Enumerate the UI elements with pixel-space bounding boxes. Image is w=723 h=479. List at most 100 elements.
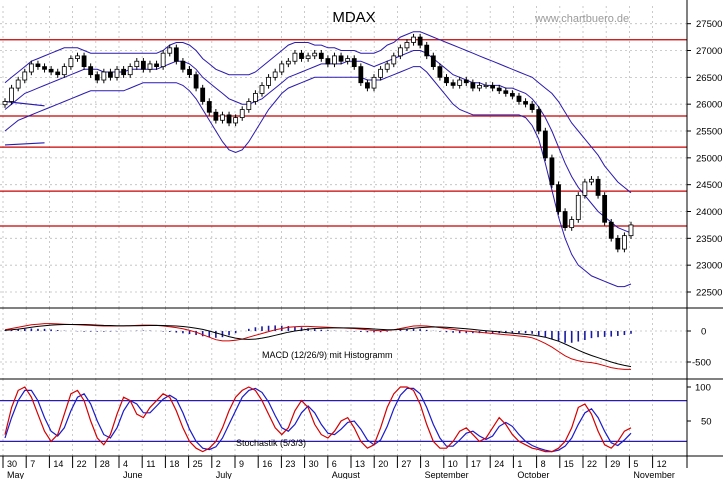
candle-body <box>457 79 463 86</box>
x-tick-label: 17 <box>471 459 481 469</box>
candle-body <box>384 63 390 70</box>
stoch-y-tick-label: 50 <box>701 417 712 428</box>
candle-body <box>22 71 28 81</box>
price-y-tick-label: 24000 <box>696 207 722 218</box>
x-tick-label: 6 <box>332 459 337 469</box>
candle-body <box>140 60 146 70</box>
candle-body <box>536 109 542 132</box>
candle-body <box>365 82 370 89</box>
candle-body <box>68 58 74 68</box>
x-tick-label: 2 <box>216 459 221 469</box>
candle-body <box>160 52 166 68</box>
x-tick-label: 5 <box>633 459 638 469</box>
candle-body <box>94 74 100 81</box>
candle-body <box>608 221 614 239</box>
candle-body <box>292 52 298 62</box>
macd-line <box>4 323 631 370</box>
candle-body <box>35 63 41 68</box>
candle-body <box>529 103 535 110</box>
price-y-tick-label: 27500 <box>696 19 722 30</box>
candle-body <box>108 71 113 78</box>
price-y-tick-label: 26500 <box>696 73 722 84</box>
x-tick-label: 14 <box>53 459 63 469</box>
candle-body <box>411 36 416 43</box>
x-month-label: September <box>425 470 469 479</box>
x-axis: 30 7 14 22 28 4 11 18 25 2 9 16 23 30 6 13 20 27 3 10 17 24 1 8… <box>2 456 675 479</box>
candle-body <box>15 79 21 89</box>
candle-body <box>213 111 219 121</box>
candle-body <box>2 101 8 106</box>
price-y-tick-label: 22500 <box>696 288 722 299</box>
candle-body <box>9 87 14 102</box>
candle-body <box>450 82 456 86</box>
candle-body <box>272 71 278 78</box>
candle-body <box>101 71 107 81</box>
candle-body <box>371 76 377 89</box>
x-tick-label: 16 <box>262 459 272 469</box>
candle-body <box>509 93 515 97</box>
x-tick-label: 25 <box>193 459 203 469</box>
candle-body <box>490 84 496 89</box>
watermark: www.chartbuero.de <box>534 13 629 25</box>
candle-body <box>114 68 120 78</box>
candle-body <box>542 130 548 159</box>
x-tick-label: 8 <box>541 459 546 469</box>
candle-body <box>404 42 410 49</box>
candle-body <box>378 68 384 78</box>
candle-body <box>358 66 364 84</box>
candle-body <box>127 66 133 76</box>
candle-body <box>589 178 594 183</box>
price-y-tick-label: 25000 <box>696 153 722 164</box>
candle-body <box>279 63 285 73</box>
price-levels <box>0 39 687 227</box>
x-tick-label: 13 <box>355 459 365 469</box>
candle-body <box>391 55 397 65</box>
macd-label: MACD (12/26/9) mit Histogramm <box>262 350 393 360</box>
x-tick-label: 11 <box>146 459 155 469</box>
candle-body <box>154 63 159 68</box>
x-month-label: May <box>7 470 25 479</box>
candle-body <box>444 76 449 84</box>
price-bands <box>4 31 632 288</box>
candle-body <box>173 47 179 62</box>
macd-panel: MACD (12/26/9) mit Histogramm 0 -500 <box>0 308 711 379</box>
x-tick-label: 28 <box>100 459 110 469</box>
candle-body <box>233 117 239 124</box>
candle-body <box>206 101 212 113</box>
price-y-tick-label: 25500 <box>696 127 722 138</box>
price-y-tick-label: 26000 <box>696 100 722 111</box>
x-tick-label: 18 <box>169 459 179 469</box>
x-tick-label: 4 <box>123 459 128 469</box>
candle-body <box>48 68 54 73</box>
candle-body <box>246 101 252 110</box>
candle-body <box>338 55 344 62</box>
candle-body <box>503 90 509 94</box>
price-y-tick-label: 23500 <box>696 234 722 245</box>
candle-body <box>167 47 173 54</box>
candle-body <box>55 71 61 76</box>
macd-signal-line <box>4 324 632 368</box>
candle-body <box>556 184 561 212</box>
candle-body <box>569 219 575 229</box>
candle-body <box>28 63 34 73</box>
x-tick-label: 30 <box>309 459 319 469</box>
candle-body <box>477 84 482 89</box>
x-month-label: October <box>517 470 549 479</box>
price-grid <box>0 6 687 308</box>
x-tick-label: 23 <box>285 459 295 469</box>
x-month-label: November <box>633 470 675 479</box>
candle-body <box>318 52 324 59</box>
macd-grid <box>0 308 687 379</box>
bollinger-lower-line <box>4 66 632 288</box>
macd-lines <box>4 323 632 370</box>
candle-body <box>266 76 271 86</box>
macd-y-ticks: 0 -500 <box>687 327 711 369</box>
candle-body <box>496 87 502 92</box>
x-tick-label: 3 <box>425 459 430 469</box>
x-tick-label: 10 <box>448 459 458 469</box>
candle-body <box>562 211 568 229</box>
x-month-label: June <box>123 470 143 479</box>
x-tick-label: 1 <box>517 459 522 469</box>
candle-body <box>397 47 403 57</box>
candle-body <box>299 52 304 59</box>
